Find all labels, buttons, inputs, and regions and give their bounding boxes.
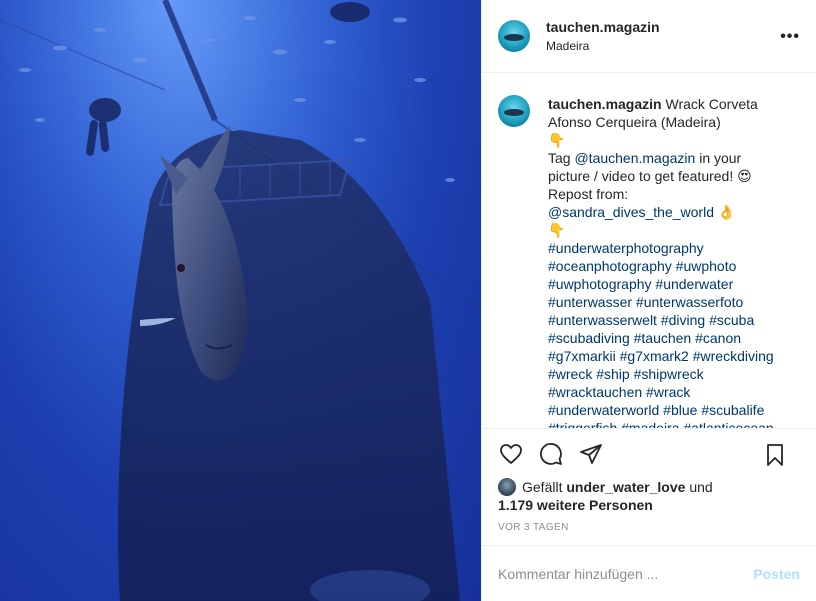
heart-icon[interactable] bbox=[498, 441, 524, 467]
likes-others[interactable]: 1.179 weitere Personen bbox=[498, 496, 800, 514]
point-down-emoji: 👇 bbox=[548, 132, 566, 148]
caption-tag-line: Tag @tauchen.magazin in your bbox=[548, 149, 798, 167]
caption-username[interactable]: tauchen.magazin bbox=[548, 96, 662, 112]
hashtag-line[interactable]: #scubadiving #tauchen #canon bbox=[548, 329, 798, 347]
hashtag-line[interactable]: #triggerfish #madeira #atlanticocean bbox=[548, 419, 798, 428]
hashtag-line[interactable]: #g7xmarkii #g7xmark2 #wreckdiving bbox=[548, 347, 798, 365]
hashtag-line[interactable]: #oceanphotography #uwphoto bbox=[548, 257, 798, 275]
post-side-panel: tauchen.magazin Madeira ••• tauchen.maga… bbox=[481, 0, 816, 601]
likes-text: Gefällt under_water_love und bbox=[522, 478, 713, 496]
header-location[interactable]: Madeira bbox=[546, 38, 660, 54]
tag-suffix: in your bbox=[695, 150, 742, 166]
tag-prefix: Tag bbox=[548, 150, 575, 166]
add-comment-bar: Kommentar hinzufügen ... Posten bbox=[482, 545, 816, 601]
caption-title-line-2: Afonso Cerqueira (Madeira) bbox=[548, 114, 721, 130]
underwater-scene bbox=[0, 0, 481, 601]
instagram-post: tauchen.magazin Madeira ••• tauchen.maga… bbox=[0, 0, 816, 601]
likes-section: Gefällt under_water_love und 1.179 weite… bbox=[482, 478, 816, 514]
likes-user[interactable]: under_water_love bbox=[566, 479, 685, 495]
hashtag-line[interactable]: #uwphotography #underwater bbox=[548, 275, 798, 293]
tag-mention[interactable]: @tauchen.magazin bbox=[574, 150, 695, 166]
more-horizontal-icon[interactable]: ••• bbox=[780, 28, 800, 46]
likes-prefix: Gefällt bbox=[522, 479, 563, 495]
repost-mention[interactable]: @sandra_dives_the_world bbox=[548, 204, 714, 220]
point-down-emoji: 👇 bbox=[548, 222, 566, 238]
likes-conjunction: und bbox=[689, 479, 713, 495]
hashtag-line[interactable]: #underwaterworld #blue #scubalife bbox=[548, 401, 798, 419]
bookmark-icon[interactable] bbox=[762, 442, 788, 468]
comment-input[interactable]: Kommentar hinzufügen ... bbox=[498, 566, 753, 582]
caption: tauchen.magazin Wrack Corveta Afonso Cer… bbox=[498, 95, 800, 428]
ok-emoji: 👌 bbox=[713, 204, 736, 220]
avatar[interactable] bbox=[498, 20, 530, 52]
header-username[interactable]: tauchen.magazin bbox=[546, 18, 660, 36]
post-photo[interactable] bbox=[0, 0, 481, 601]
caption-repost-line: Repost from: bbox=[548, 186, 629, 202]
hashtag-line[interactable]: #wreck #ship #shipwreck bbox=[548, 365, 798, 383]
avatar[interactable] bbox=[498, 95, 530, 127]
share-icon[interactable] bbox=[578, 441, 604, 467]
avatar[interactable] bbox=[498, 478, 516, 496]
caption-text: tauchen.magazin Wrack Corveta Afonso Cer… bbox=[548, 95, 798, 428]
hashtag-line[interactable]: #unterwasserwelt #diving #scuba bbox=[548, 311, 798, 329]
comment-icon[interactable] bbox=[538, 441, 564, 467]
hashtag-line[interactable]: #wracktauchen #wrack bbox=[548, 383, 798, 401]
hashtag-line[interactable]: #unterwasser #unterwasserfoto bbox=[548, 293, 798, 311]
caption-title: Wrack Corveta bbox=[665, 96, 758, 112]
post-comment-button[interactable]: Posten bbox=[753, 566, 800, 582]
likes-row: Gefällt under_water_love und bbox=[498, 478, 800, 496]
action-bar bbox=[482, 428, 816, 478]
comments-section: tauchen.magazin Wrack Corveta Afonso Cer… bbox=[482, 73, 816, 428]
hashtag-line[interactable]: #underwaterphotography bbox=[548, 239, 798, 257]
post-timestamp[interactable]: VOR 3 TAGEN bbox=[482, 514, 816, 545]
caption-repost-mention-line: @sandra_dives_the_world 👌 bbox=[548, 203, 798, 221]
post-header: tauchen.magazin Madeira ••• bbox=[482, 0, 816, 73]
caption-picture-line: picture / video to get featured! 😍 bbox=[548, 168, 752, 184]
header-text: tauchen.magazin Madeira bbox=[546, 18, 660, 54]
